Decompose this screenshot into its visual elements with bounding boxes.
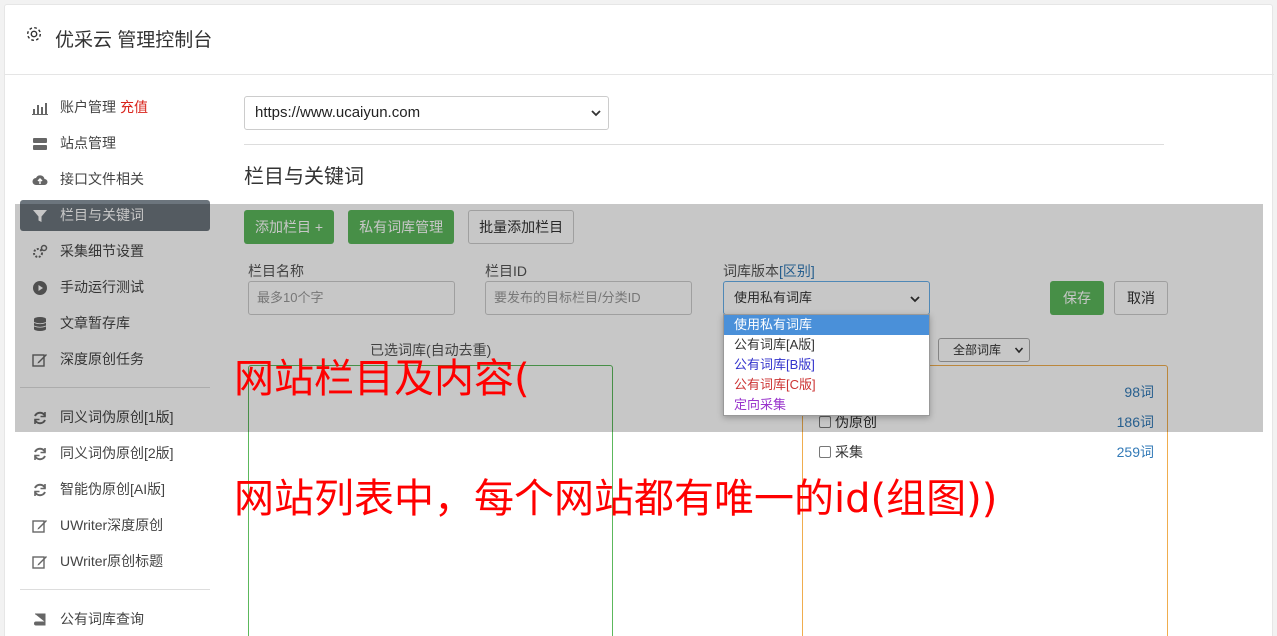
option-targeted[interactable]: 定向采集: [724, 395, 929, 415]
sidebar-item-label: 公有词库查询: [60, 611, 144, 627]
sidebar-item-label: 深度原创任务: [60, 351, 144, 367]
sidebar-item-account[interactable]: 账户管理 充值: [20, 92, 210, 123]
lib-checkbox[interactable]: [819, 416, 831, 428]
save-button[interactable]: 保存: [1050, 281, 1104, 315]
page-title: 优采云 管理控制台: [55, 30, 213, 51]
private-lib-button[interactable]: 私有词库管理: [348, 210, 455, 244]
sidebar-divider: [20, 387, 210, 388]
batch-add-button[interactable]: 批量添加栏目: [468, 210, 575, 244]
lib-version-select[interactable]: 使用私有词库: [723, 281, 930, 315]
cloud-upload-icon: [32, 175, 48, 185]
sidebar-item-label: 采集细节设置: [60, 243, 144, 259]
site-select-value: https://www.ucaiyun.com: [255, 104, 421, 121]
edit-icon: [32, 520, 47, 533]
column-name-input[interactable]: 最多10个字: [248, 281, 455, 315]
toolbar: 添加栏目 + 私有词库管理 批量添加栏目: [244, 210, 575, 244]
book-icon: [34, 613, 46, 626]
sidebar-item-public-lib[interactable]: 公有词库查询: [20, 604, 210, 635]
database-icon: [33, 317, 47, 331]
sidebar-item-label: 账户管理: [60, 99, 116, 115]
lib-filter-select[interactable]: 全部词库: [938, 338, 1030, 362]
recharge-link[interactable]: 充值: [120, 99, 148, 115]
lib-count: 98词: [1124, 384, 1154, 400]
sidebar: 账户管理 充值 站点管理 接口文件相关 栏目与关键词 采集细节设置 手动运行测试 …: [20, 92, 210, 636]
divider: [244, 144, 1164, 145]
sidebar-item-label: 栏目与关键词: [60, 207, 144, 223]
gear-icon: [26, 26, 42, 42]
column-name-label: 栏目名称: [248, 263, 304, 279]
sidebar-item-label: 文章暂存库: [60, 315, 130, 331]
chevron-down-icon: [1014, 347, 1024, 354]
option-public-a[interactable]: 公有词库[A版]: [724, 335, 929, 355]
lib-version-value: 使用私有词库: [734, 290, 813, 305]
sidebar-item-label: UWriter深度原创: [60, 517, 164, 533]
refresh-icon: [34, 483, 46, 497]
server-icon: [33, 138, 47, 150]
sidebar-item-interface[interactable]: 接口文件相关: [20, 164, 210, 195]
header: 优采云 管理控制台: [5, 5, 1274, 75]
sidebar-item-label: 站点管理: [60, 135, 116, 151]
refresh-icon: [34, 447, 46, 461]
sidebar-item-uwriter-deep[interactable]: UWriter深度原创: [20, 510, 210, 541]
sidebar-item-label: UWriter原创标题: [60, 553, 164, 569]
sidebar-item-label: 智能伪原创[AI版]: [60, 481, 166, 497]
difference-link[interactable]: [区别]: [779, 263, 815, 279]
sidebar-item-columns[interactable]: 栏目与关键词: [20, 200, 210, 231]
sidebar-item-deep-original[interactable]: 深度原创任务: [20, 344, 210, 375]
column-id-label: 栏目ID: [485, 263, 527, 279]
lib-version-label-text: 词库版本: [723, 263, 779, 279]
play-circle-icon: [33, 281, 47, 295]
sidebar-item-collect-settings[interactable]: 采集细节设置: [20, 236, 210, 267]
sidebar-item-label: 同义词伪原创[2版]: [60, 445, 174, 461]
sidebar-item-label: 接口文件相关: [60, 171, 144, 187]
lib-filter-value: 全部词库: [953, 343, 1002, 357]
lib-checkbox[interactable]: [819, 446, 831, 458]
sidebar-item-uwriter-title[interactable]: UWriter原创标题: [20, 546, 210, 577]
chevron-down-icon: [591, 110, 601, 117]
site-select[interactable]: https://www.ucaiyun.com: [244, 96, 609, 130]
option-public-c[interactable]: 公有词库[C版]: [724, 375, 929, 395]
cancel-button[interactable]: 取消: [1114, 281, 1168, 315]
annotation-line-2: 网站列表中，每个网站都有唯一的id(组图)): [234, 476, 998, 522]
lib-name: 采集: [835, 444, 863, 460]
sidebar-item-article-store[interactable]: 文章暂存库: [20, 308, 210, 339]
bar-chart-icon: [32, 103, 48, 115]
annotation-line-1: 网站栏目及内容(: [234, 356, 530, 402]
option-public-b[interactable]: 公有词库[B版]: [724, 355, 929, 375]
add-column-button[interactable]: 添加栏目 +: [244, 210, 335, 244]
lib-count: 259词: [1116, 444, 1154, 460]
sidebar-item-label: 手动运行测试: [60, 279, 144, 295]
sidebar-item-label: 同义词伪原创[1版]: [60, 409, 174, 425]
cogs-icon: [33, 244, 48, 258]
filter-icon: [33, 210, 47, 222]
chevron-down-icon: [910, 296, 920, 303]
sidebar-item-synonym-v1[interactable]: 同义词伪原创[1版]: [20, 402, 210, 433]
lib-version-label: 词库版本[区别]: [723, 261, 815, 281]
sidebar-item-ai-rewrite[interactable]: 智能伪原创[AI版]: [20, 474, 210, 505]
sidebar-item-synonym-v2[interactable]: 同义词伪原创[2版]: [20, 438, 210, 469]
lib-count: 186词: [1116, 414, 1154, 430]
edit-icon: [32, 556, 47, 569]
list-item[interactable]: 采集 259词: [819, 442, 1154, 462]
refresh-icon: [34, 411, 46, 425]
sidebar-divider: [20, 589, 210, 590]
section-title: 栏目与关键词: [244, 166, 364, 188]
column-id-input[interactable]: 要发布的目标栏目/分类ID: [485, 281, 692, 315]
edit-icon: [32, 354, 47, 367]
option-private-lib[interactable]: 使用私有词库: [724, 315, 929, 335]
sidebar-item-manual-run[interactable]: 手动运行测试: [20, 272, 210, 303]
sidebar-item-sites[interactable]: 站点管理: [20, 128, 210, 159]
lib-version-dropdown: 使用私有词库 公有词库[A版] 公有词库[B版] 公有词库[C版] 定向采集: [723, 314, 930, 416]
